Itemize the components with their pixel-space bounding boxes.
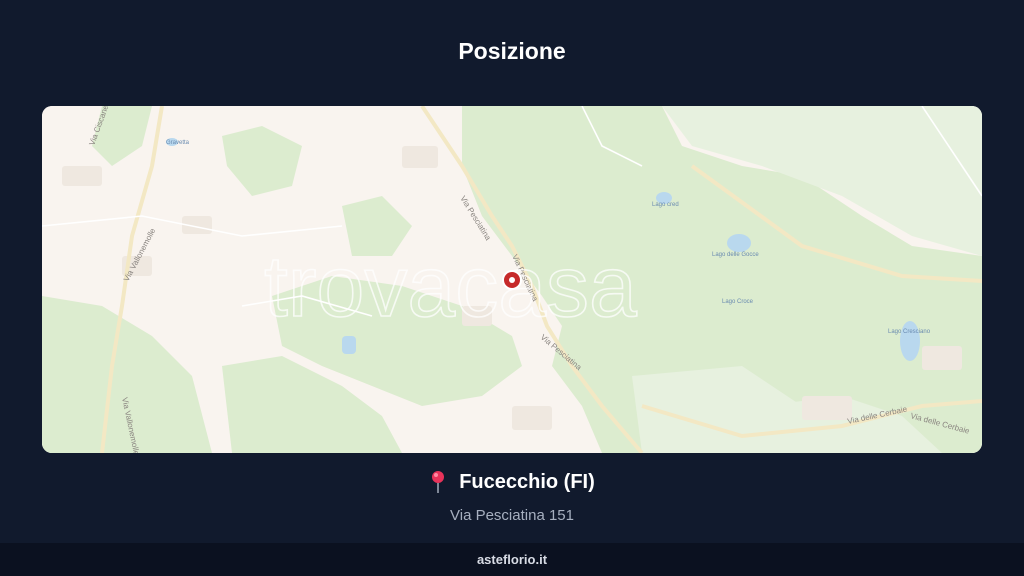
location-info: Fucecchio (FI) Via Pesciatina 151 xyxy=(0,470,1024,524)
round-pushpin-icon xyxy=(432,471,445,493)
map-view[interactable]: Via Pesciatina Via Pesciatina Via Pescia… xyxy=(42,106,982,453)
place-label: Gravetta xyxy=(166,140,190,146)
footer-site: asteflorio.it xyxy=(0,543,1024,576)
place-label: Lago Croce xyxy=(722,299,754,305)
map-marker-icon[interactable] xyxy=(502,270,522,290)
place-label: Lago cred xyxy=(652,202,679,208)
place-label: Lago Cresciano xyxy=(888,329,931,335)
map-canvas[interactable]: Via Pesciatina Via Pesciatina Via Pescia… xyxy=(42,106,982,453)
page-title: Posizione xyxy=(458,38,566,64)
place-label: Lago delle Gocce xyxy=(712,252,759,258)
watermark-text: trovacasa xyxy=(264,239,637,335)
location-address: Via Pesciatina 151 xyxy=(450,507,574,524)
location-city: Fucecchio (FI) xyxy=(459,470,595,493)
